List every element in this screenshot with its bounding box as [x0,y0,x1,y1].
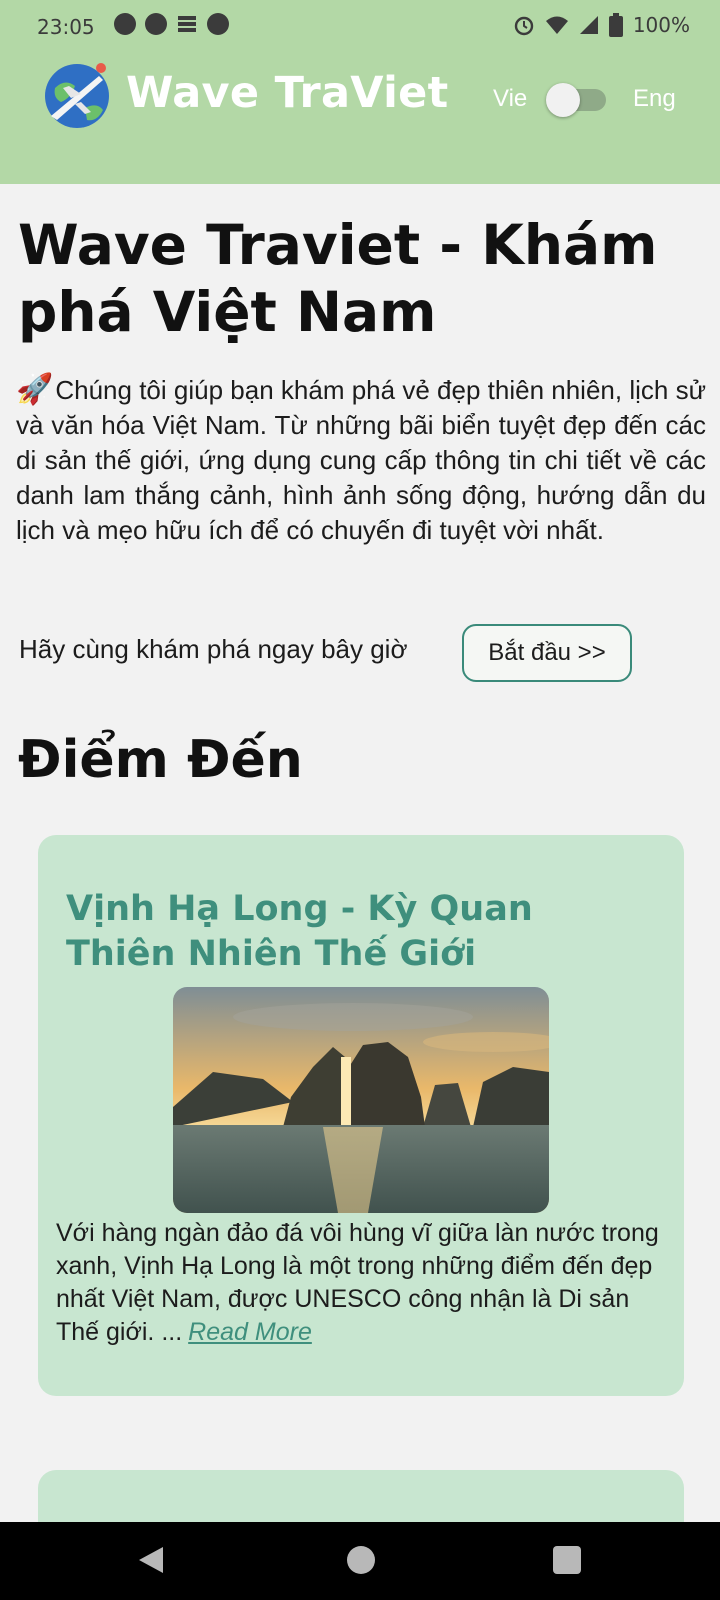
app-header: 23:05 100% Wave TraViet Vie Eng [0,0,720,184]
wifi-icon [545,16,568,34]
app-logo [41,58,113,130]
system-nav-bar [0,1522,720,1600]
rocket-icon: 🚀 [16,373,54,406]
destination-image [173,987,549,1213]
language-vie-label: Vie [493,85,528,112]
app-notification-icon [207,13,229,35]
destination-card[interactable]: Vịnh Hạ Long - Kỳ Quan Thiên Nhiên Thế G… [38,835,684,1396]
recent-apps-icon[interactable] [553,1546,581,1574]
destination-card[interactable] [38,1470,684,1530]
signal-icon [579,16,598,34]
app-notification-icon [145,13,167,35]
status-time: 23:05 [37,15,95,39]
alarm-icon [514,16,534,36]
page-title: Wave Traviet - Khám phá Việt Nam [18,213,658,344]
stack-icon [176,13,198,35]
back-icon[interactable] [137,1545,165,1575]
card-description-text: Với hàng ngàn đảo đá vôi hùng vĩ giữa là… [56,1219,659,1346]
cta-text: Hãy cùng khám phá ngay bây giờ [19,634,408,664]
home-icon[interactable] [347,1546,375,1574]
toggle-knob [546,83,580,117]
start-button[interactable]: Bắt đầu >> [462,624,632,682]
system-status-icons: 100% [513,13,690,37]
app-notification-icon [114,13,136,35]
intro-text: 🚀Chúng tôi giúp bạn khám phá vẻ đẹp thiê… [16,372,706,548]
battery-percent: 100% [632,13,690,37]
app-title: Wave TraViet [126,68,449,118]
card-title: Vịnh Hạ Long - Kỳ Quan Thiên Nhiên Thế G… [66,889,533,974]
battery-icon [608,13,623,37]
destinations-title: Điểm Đến [18,730,303,790]
language-eng-label: Eng [633,85,676,112]
language-toggle[interactable] [546,83,606,117]
intro-body: Chúng tôi giúp bạn khám phá vẻ đẹp thiên… [16,375,706,545]
card-description: Với hàng ngàn đảo đá vôi hùng vĩ giữa là… [56,1217,676,1349]
status-bar: 23:05 100% [0,0,720,54]
read-more-link[interactable]: Read More [188,1318,312,1346]
notification-icons [114,13,229,35]
